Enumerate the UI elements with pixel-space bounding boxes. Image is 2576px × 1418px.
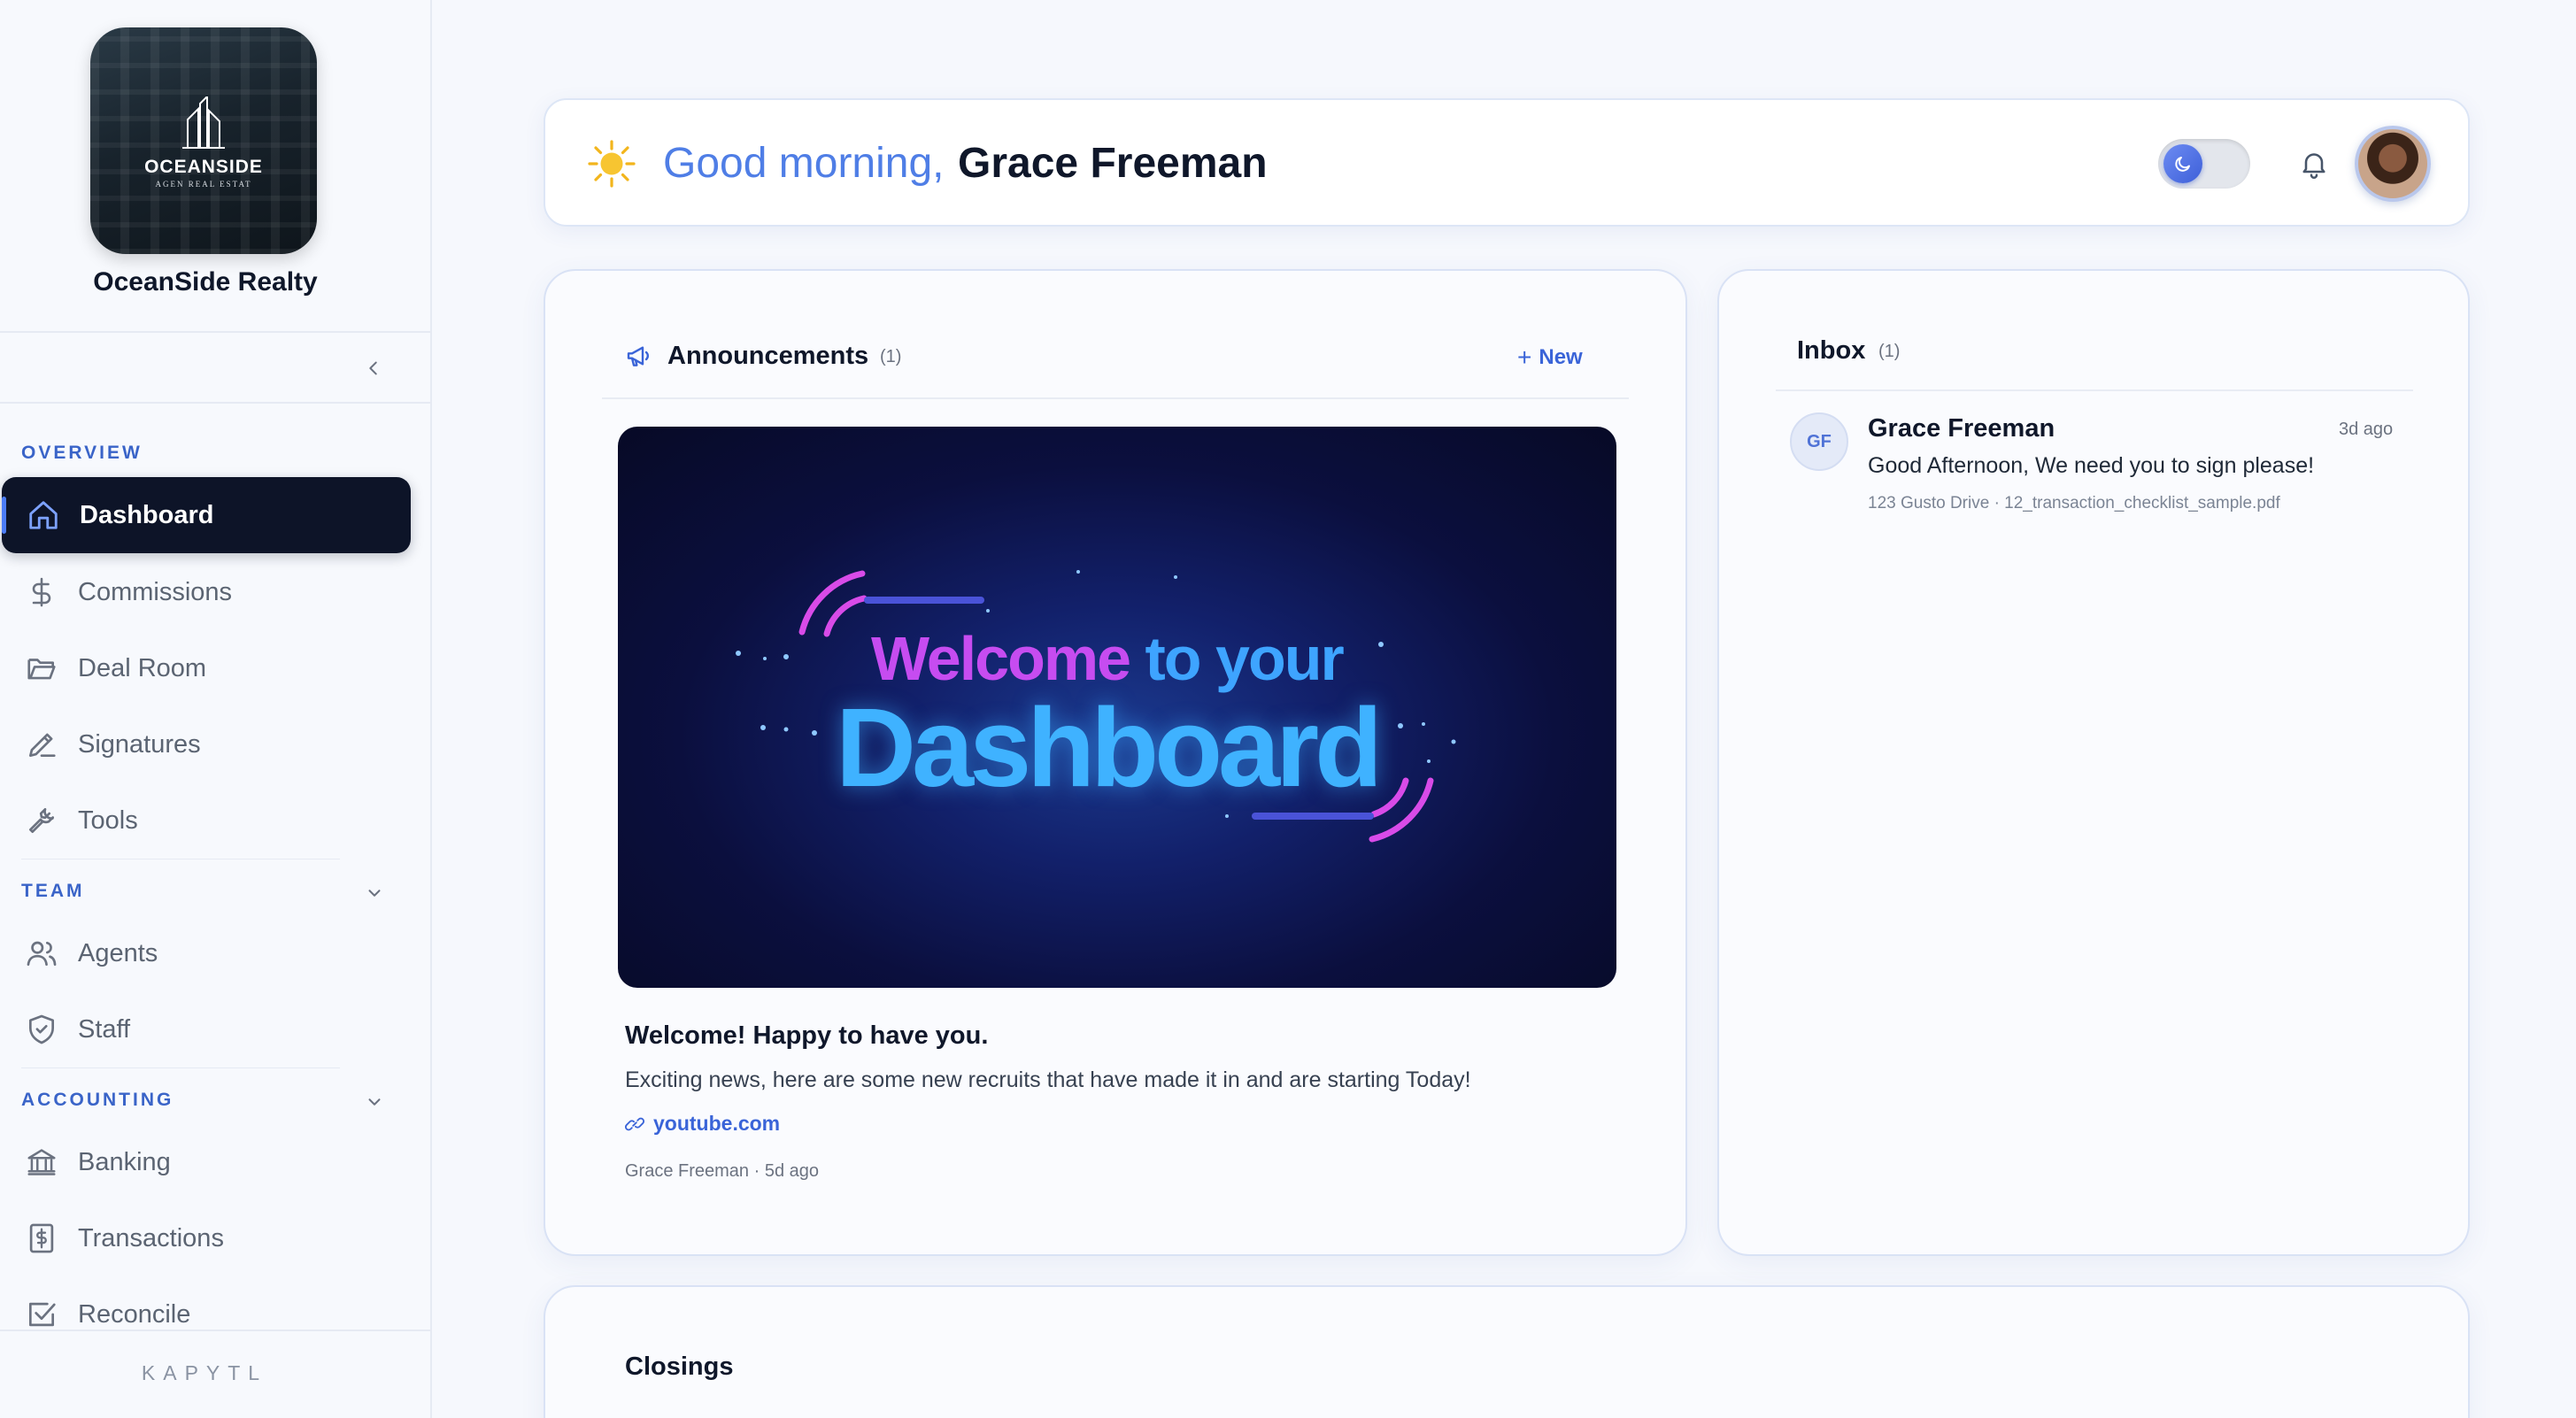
closings-card: Closings: [544, 1285, 2470, 1418]
divider: [21, 1067, 340, 1068]
wrench-icon: [23, 802, 60, 839]
sidebar-item-staff[interactable]: Staff: [0, 991, 409, 1067]
message-text: Good Afternoon, We need you to sign plea…: [1868, 453, 2315, 478]
sidebar-item-label: Staff: [78, 1014, 131, 1044]
sidebar-item-signatures[interactable]: Signatures: [0, 706, 409, 782]
chevron-down-icon: [368, 890, 381, 897]
sidebar-item-reconcile[interactable]: Reconcile: [0, 1276, 409, 1352]
greeting-text: Good morning,: [663, 140, 945, 187]
sidebar-item-label: Reconcile: [78, 1299, 191, 1329]
folder-icon: [23, 650, 60, 687]
logo-brand-text: OCEANSIDE: [144, 157, 263, 177]
top-header: Good morning, Grace Freeman: [544, 98, 2470, 227]
sender-name: Grace Freeman: [1868, 414, 2055, 443]
inbox-title: Inbox: [1797, 336, 1866, 365]
collapse-sidebar-button[interactable]: [358, 352, 389, 384]
sidebar-item-label: Commissions: [78, 577, 233, 606]
dollar-icon: [23, 574, 60, 611]
receipt-icon: [23, 1220, 60, 1257]
sidebar-item-transactions[interactable]: Transactions: [0, 1200, 409, 1276]
accounting-collapse-toggle[interactable]: [361, 1089, 388, 1115]
theme-toggle[interactable]: [2158, 139, 2250, 189]
chevron-left-icon: [369, 361, 377, 375]
building-logo-icon: [182, 96, 225, 149]
announcements-card: Announcements (1) + New Welcome to your …: [544, 269, 1687, 1256]
message-time: 3d ago: [2339, 420, 2394, 439]
shield-icon: [23, 1011, 60, 1048]
inbox-count: (1): [1878, 342, 1901, 361]
section-team: TEAM: [21, 881, 85, 901]
sidebar: OCEANSIDE AGEN REAL ESTAT OceanSide Real…: [0, 0, 432, 1418]
org-name: OceanSide Realty: [93, 267, 318, 297]
post-link-text: youtube.com: [653, 1112, 781, 1135]
section-overview: OVERVIEW: [21, 443, 143, 463]
chevron-down-icon: [368, 1098, 381, 1106]
link-icon: [625, 1114, 646, 1135]
sidebar-item-deal-room[interactable]: Deal Room: [0, 630, 409, 706]
home-icon: [25, 497, 62, 534]
bell-icon: [2302, 153, 2325, 179]
divider: [0, 331, 430, 333]
new-button-label: New: [1539, 345, 1583, 369]
divider: [0, 1329, 430, 1331]
sidebar-item-label: Transactions: [78, 1223, 224, 1252]
divider: [1776, 389, 2413, 391]
sun-icon: [588, 140, 636, 188]
banner-line-2: Dashboard: [836, 685, 1383, 810]
sidebar-item-tools[interactable]: Tools: [0, 782, 409, 859]
user-avatar[interactable]: [2355, 126, 2431, 202]
sidebar-item-dashboard[interactable]: Dashboard: [2, 477, 411, 553]
user-name: Grace Freeman: [958, 140, 1268, 187]
section-accounting: ACCOUNTING: [21, 1090, 174, 1110]
post-body: Exciting news, here are some new recruit…: [625, 1067, 1471, 1092]
logo-sub-text: AGEN REAL ESTAT: [155, 180, 252, 189]
sidebar-item-label: Deal Room: [78, 653, 207, 682]
notifications-button[interactable]: [2294, 144, 2333, 183]
announcements-title: Announcements: [667, 342, 869, 370]
announcement-banner-image[interactable]: Welcome to your Dashboard: [618, 427, 1616, 988]
sidebar-item-commissions[interactable]: Commissions: [0, 554, 409, 630]
sidebar-item-label: Tools: [78, 805, 138, 835]
sidebar-item-banking[interactable]: Banking: [0, 1124, 409, 1200]
new-announcement-button[interactable]: + New: [1517, 342, 1583, 374]
post-meta: Grace Freeman · 5d ago: [625, 1161, 819, 1181]
moon-icon: [2175, 157, 2190, 172]
message-meta: 123 Gusto Drive · 12_transaction_checkli…: [1868, 494, 2280, 512]
announcements-count: (1): [880, 347, 902, 366]
bank-icon: [23, 1144, 60, 1181]
sender-avatar: GF: [1790, 412, 1848, 471]
divider: [602, 397, 1629, 399]
users-icon: [23, 935, 60, 972]
megaphone-icon: [627, 346, 649, 366]
footer-brand: KAPYTL: [141, 1361, 268, 1384]
divider: [0, 402, 430, 404]
checkbox-icon: [23, 1296, 60, 1333]
sidebar-item-label: Agents: [78, 938, 158, 967]
sidebar-item-agents[interactable]: Agents: [0, 915, 409, 991]
sidebar-item-label: Dashboard: [80, 500, 214, 529]
post-link[interactable]: youtube.com: [625, 1112, 780, 1136]
team-collapse-toggle[interactable]: [361, 880, 388, 906]
sidebar-item-label: Signatures: [78, 729, 201, 759]
plus-icon: +: [1517, 343, 1532, 371]
inbox-card: Inbox (1) GF Grace Freeman 3d ago Good A…: [1717, 269, 2470, 1256]
closings-title: Closings: [625, 1352, 734, 1381]
post-title: Welcome! Happy to have you.: [625, 1021, 989, 1050]
sidebar-item-label: Banking: [78, 1147, 171, 1176]
pen-icon: [23, 726, 60, 763]
company-logo[interactable]: OCEANSIDE AGEN REAL ESTAT: [90, 27, 317, 254]
